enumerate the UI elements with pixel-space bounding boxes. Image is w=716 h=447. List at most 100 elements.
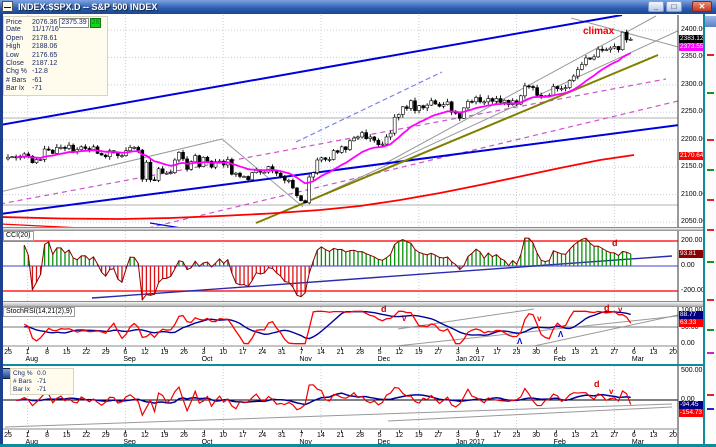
chart-annotation: d [381,305,387,314]
adjacent-window-strip [705,14,716,444]
chart-annotation: Λ [517,338,522,346]
date-tick-label: 6 [632,432,636,439]
databox-row: Open2178.61 [6,35,105,43]
date-tick-label: 28 [356,349,364,356]
date-month-label: Nov [299,356,311,363]
date-tick-label: 30 [532,349,540,356]
date-tick-label: 30 [532,432,540,439]
date-tick-label: 3 [202,349,206,356]
chart-annotation: v [537,315,541,323]
date-tick-label: 21 [591,349,599,356]
databox-row: Chg %-12.8 [6,68,105,76]
adjacent-window-tick [707,329,714,331]
date-tick-label: 10 [219,432,227,439]
date-tick-label: 8 [45,349,49,356]
date-month-label: Oct [202,356,213,363]
cci-panel-label: CCI(20) [3,231,34,241]
date-tick-label: 21 [337,349,345,356]
date-tick-label: 21 [591,432,599,439]
date-tick-label: 27 [610,432,618,439]
window-border-left [0,14,3,447]
date-tick-label: 26 [180,349,188,356]
adjacent-window-titlebar-sliver [705,16,716,27]
date-tick-label: 6 [632,349,636,356]
date-tick-label: 19 [415,349,423,356]
last-value-badge: 2383.12 [679,35,705,43]
date-month-label: Dec [378,356,390,363]
date-tick-label: 14 [317,349,325,356]
chart-annotation: d [612,239,618,248]
maximize-button[interactable]: □ [666,1,682,12]
adjacent-window-tick [707,229,714,231]
databox-row: Bar Ix-71 [6,85,105,93]
last-value-badge: 63.33 [679,319,705,327]
date-tick-label: 5 [378,432,382,439]
date-tick-label: 6 [123,349,127,356]
date-tick-label: 3 [456,349,460,356]
date-tick-label: 17 [239,349,247,356]
date-tick-label: 23 [513,349,521,356]
date-tick-label: 12 [141,349,149,356]
date-tick-label: 15 [63,349,71,356]
mini-databox-row: Bar Ix-71 [13,386,71,394]
adjacent-window-tick [707,169,714,171]
close-button[interactable]: ✕ [692,1,712,12]
date-tick-label: 6 [554,349,558,356]
date-tick-label: 25 [4,432,12,439]
date-tick-label: 6 [554,432,558,439]
date-tick-label: 17 [239,432,247,439]
date-tick-label: 19 [415,432,423,439]
date-tick-label: 5 [378,349,382,356]
date-tick-label: 13 [650,432,658,439]
mini-databox: Chg %0.0# Bars-71Bar Ix-71 [10,368,74,395]
quote-databox: Price2076.362375.3926Date11/17/16Open217… [3,16,108,96]
date-tick-label: 13 [571,432,579,439]
date-tick-label: 23 [513,432,521,439]
date-month-label: Mar [632,356,644,363]
chart-annotation: d [604,304,610,313]
date-tick-label: 19 [161,432,169,439]
date-tick-label: 7 [299,432,303,439]
title-bar[interactable]: INDEX:$SPX.D -- S&P 500 INDEX _ □ ✕ [0,0,716,14]
date-tick-label: 1 [26,432,30,439]
date-tick-label: 1 [26,349,30,356]
adjacent-window-tick [707,408,714,410]
date-month-label: Sep [123,356,135,363]
adjacent-window-tick [707,261,714,263]
chart-annotation: d [594,380,600,389]
cci-axis-label: 0.00 [681,262,695,270]
panel-splitter[interactable] [0,227,704,231]
date-tick-label: 7 [299,349,303,356]
qcharts-window: INDEX:$SPX.D -- S&P 500 INDEX _ □ ✕ Pric… [0,0,716,447]
subwindow-separator [0,364,704,366]
osc-panel-graphics [3,366,678,429]
date-tick-label: 12 [395,349,403,356]
date-tick-label: 13 [571,349,579,356]
osc-axis-label: 500.00 [681,367,702,375]
mini-databox-row: # Bars-71 [13,378,71,386]
date-tick-label: 14 [317,432,325,439]
date-month-label: Feb [554,356,566,363]
date-tick-label: 27 [610,349,618,356]
date-tick-label: 3 [456,432,460,439]
chart-annotation: climax [583,27,614,37]
panel-splitter[interactable] [0,301,704,307]
minimize-button[interactable]: _ [648,1,664,12]
adjacent-window-tick [707,199,714,201]
databox-row: # Bars-61 [6,77,105,85]
date-tick-label: 24 [258,349,266,356]
date-tick-label: 12 [141,432,149,439]
date-month-label: Aug [26,356,38,363]
date-tick-label: 6 [123,432,127,439]
date-tick-label: 27 [434,349,442,356]
adjacent-window-tick [707,54,714,56]
databox-price-row: Price2076.362375.3926 [6,18,105,26]
date-tick-label: 31 [278,432,286,439]
last-value-badge: 2373.55 [679,43,705,51]
adjacent-window-tick [707,394,714,396]
date-tick-label: 21 [337,432,345,439]
stoch-axis-label: 0.00 [681,340,695,348]
window-title: INDEX:$SPX.D -- S&P 500 INDEX [18,0,157,14]
adjacent-window-tick [707,352,714,354]
chart-annotation: Λ [558,331,563,339]
